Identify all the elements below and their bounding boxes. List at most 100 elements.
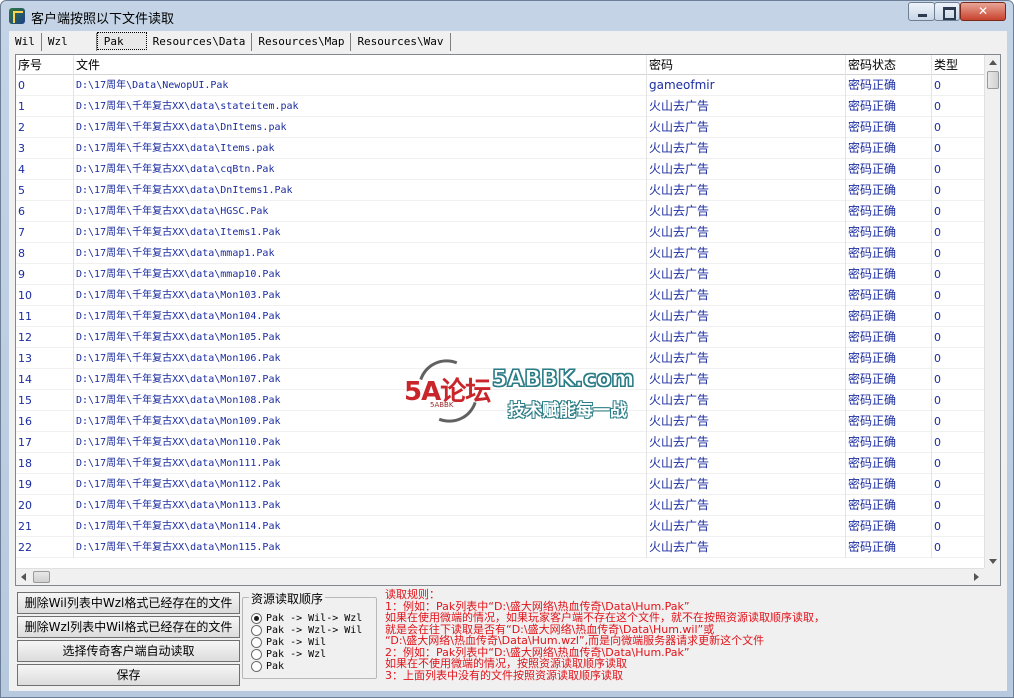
auto-read-client-button[interactable]: 选择传奇客户端自动读取: [17, 640, 240, 662]
tab-resources-data[interactable]: Resources\Data: [147, 33, 253, 51]
cell-password-status: 密码正确: [846, 285, 932, 306]
header-file[interactable]: 文件: [74, 55, 647, 75]
cell-index: 9: [16, 264, 74, 285]
scroll-left-icon[interactable]: [21, 573, 26, 581]
read-order-option-label: Pak -> Wil: [266, 636, 327, 648]
cell-password: 火山去广告: [647, 159, 846, 180]
table-row[interactable]: 10 D:\17周年\千年复古XX\data\Mon103.Pak 火山去广告 密码正…: [16, 285, 986, 306]
read-order-option-label: Pak -> Wzl-> Wil: [266, 624, 363, 636]
header-index[interactable]: 序号: [16, 55, 74, 75]
vertical-scroll-thumb[interactable]: [987, 71, 999, 89]
cell-type: 0: [934, 499, 941, 512]
cell-password-status: 密码正确: [846, 138, 932, 159]
cell-password-status: 密码正确: [846, 243, 932, 264]
cell-password: 火山去广告: [647, 369, 846, 390]
table-row[interactable]: 9 D:\17周年\千年复古XX\data\mmap10.Pak 火山去广告 密码正确…: [16, 264, 986, 285]
cell-password-status: 密码正确: [846, 411, 932, 432]
app-icon: [9, 8, 25, 24]
radio-button-icon[interactable]: [251, 648, 262, 660]
table-row[interactable]: 2 D:\17周年\千年复古XX\data\DnItems.pak 火山去广告 密码正…: [16, 117, 986, 138]
cell-password: 火山去广告: [647, 222, 846, 243]
cell-type: 0: [934, 121, 941, 134]
tab-wzl[interactable]: Wzl: [42, 33, 97, 51]
save-button[interactable]: 保存: [17, 664, 240, 686]
table-row[interactable]: 21 D:\17周年\千年复古XX\data\Mon114.Pak 火山去广告 密码正…: [16, 516, 986, 537]
table-row[interactable]: 3 D:\17周年\千年复古XX\data\Items.pak 火山去广告 密码正确 0: [16, 138, 986, 159]
cell-password: 火山去广告: [647, 264, 846, 285]
cell-index: 20: [16, 495, 74, 516]
scroll-down-icon[interactable]: [989, 559, 997, 564]
list-header: 序号 文件 密码 密码状态 类型: [16, 55, 986, 75]
tab-pak[interactable]: Pak: [96, 32, 147, 50]
cell-file: D:\17周年\千年复古XX\data\Items.pak: [74, 138, 647, 159]
tab-wil[interactable]: Wil: [9, 33, 42, 51]
read-order-option[interactable]: Pak: [251, 660, 284, 672]
cell-index: 5: [16, 180, 74, 201]
cell-type: 0: [934, 184, 941, 197]
horizontal-scroll-thumb[interactable]: [33, 571, 50, 583]
scroll-right-icon[interactable]: [974, 573, 979, 581]
table-row[interactable]: 7 D:\17周年\千年复古XX\data\Items1.Pak 火山去广告 密码正确…: [16, 222, 986, 243]
close-button[interactable]: ✕: [960, 2, 1006, 21]
cell-password-status: 密码正确: [846, 75, 932, 96]
read-order-option[interactable]: Pak -> Wzl: [251, 648, 326, 660]
maximize-button[interactable]: [934, 2, 960, 21]
cell-password-status: 密码正确: [846, 327, 932, 348]
rule-line: 3：上面列表中没有的文件按照资源读取顺序读取: [385, 668, 623, 682]
cell-password: 火山去广告: [647, 495, 846, 516]
cell-password-status: 密码正确: [846, 306, 932, 327]
header-password[interactable]: 密码: [647, 55, 846, 75]
table-row[interactable]: 11 D:\17周年\千年复古XX\data\Mon104.Pak 火山去广告 密码正…: [16, 306, 986, 327]
table-row[interactable]: 22 D:\17周年\千年复古XX\data\Mon115.Pak 火山去广告 密码正…: [16, 537, 986, 558]
table-row[interactable]: 4 D:\17周年\千年复古XX\data\cqBtn.Pak 火山去广告 密码正确 0: [16, 159, 986, 180]
read-order-group: 资源读取顺序 Pak -> Wil-> Wzl Pak -> Wzl-> Wil P…: [242, 590, 377, 679]
table-row[interactable]: 5 D:\17周年\千年复古XX\data\DnItems1.Pak 火山去广告 密码…: [16, 180, 986, 201]
read-order-option[interactable]: Pak -> Wil: [251, 636, 326, 648]
table-row[interactable]: 0 D:\17周年\Data\NewopUI.Pak gameofmir 密码正确 0: [16, 75, 986, 96]
radio-button-icon[interactable]: [251, 660, 262, 672]
read-order-option[interactable]: Pak -> Wzl-> Wil: [251, 624, 362, 636]
cell-password-status: 密码正确: [846, 96, 932, 117]
cell-password-status: 密码正确: [846, 390, 932, 411]
cell-type: 0: [934, 478, 941, 491]
delete-wil-duplicates-button[interactable]: 删除Wil列表中Wzl格式已经存在的文件: [17, 592, 240, 614]
cell-password: 火山去广告: [647, 285, 846, 306]
horizontal-scrollbar[interactable]: [16, 568, 1000, 585]
cell-password-status: 密码正确: [846, 495, 932, 516]
table-row[interactable]: 6 D:\17周年\千年复古XX\data\HGSC.Pak 火山去广告 密码正确 0: [16, 201, 986, 222]
cell-type: 0: [934, 541, 941, 554]
read-order-option-label: Pak: [266, 660, 285, 672]
cell-password: 火山去广告: [647, 96, 846, 117]
cell-password: 火山去广告: [647, 201, 846, 222]
cell-index: 19: [16, 474, 74, 495]
file-list[interactable]: 序号 文件 密码 密码状态 类型 0 D:\17周年\Data\NewopUI.P…: [15, 54, 1001, 586]
cell-index: 18: [16, 453, 74, 474]
table-row[interactable]: 20 D:\17周年\千年复古XX\data\Mon113.Pak 火山去广告 密码正…: [16, 495, 986, 516]
cell-type: 0: [934, 268, 941, 281]
cell-file: D:\17周年\千年复古XX\data\cqBtn.Pak: [74, 159, 647, 180]
radio-button-icon[interactable]: [251, 612, 262, 624]
cell-file: D:\17周年\千年复古XX\data\Mon114.Pak: [74, 516, 647, 537]
cell-file: D:\17周年\千年复古XX\data\Mon104.Pak: [74, 306, 647, 327]
cell-password-status: 密码正确: [846, 537, 932, 558]
cell-type: 0: [934, 205, 941, 218]
table-row[interactable]: 18 D:\17周年\千年复古XX\data\Mon111.Pak 火山去广告 密码正…: [16, 453, 986, 474]
table-row[interactable]: 8 D:\17周年\千年复古XX\data\mmap1.Pak 火山去广告 密码正确 0: [16, 243, 986, 264]
tab-resources-wav[interactable]: Resources\Wav: [351, 33, 451, 51]
header-password-status[interactable]: 密码状态: [846, 55, 932, 75]
cell-password-status: 密码正确: [846, 432, 932, 453]
tab-resources-map[interactable]: Resources\Map: [252, 33, 352, 51]
radio-button-icon[interactable]: [251, 624, 262, 636]
vertical-scrollbar[interactable]: [984, 55, 1000, 569]
cell-index: 0: [16, 75, 74, 96]
radio-button-icon[interactable]: [251, 636, 262, 648]
scroll-up-icon[interactable]: [989, 60, 997, 65]
delete-wzl-duplicates-button[interactable]: 删除Wzl列表中Wil格式已经存在的文件: [17, 616, 240, 638]
cell-file: D:\17周年\千年复古XX\data\stateitem.pak: [74, 96, 647, 117]
table-row[interactable]: 1 D:\17周年\千年复古XX\data\stateitem.pak 火山去广告密…: [16, 96, 986, 117]
header-type[interactable]: 类型: [932, 55, 986, 75]
read-order-option[interactable]: Pak -> Wil-> Wzl: [251, 612, 362, 624]
minimize-button[interactable]: [908, 2, 935, 21]
title-bar[interactable]: 客户端按照以下文件读取 ✕: [1, 1, 1013, 31]
table-row[interactable]: 19 D:\17周年\千年复古XX\data\Mon112.Pak 火山去广告 密码正…: [16, 474, 986, 495]
